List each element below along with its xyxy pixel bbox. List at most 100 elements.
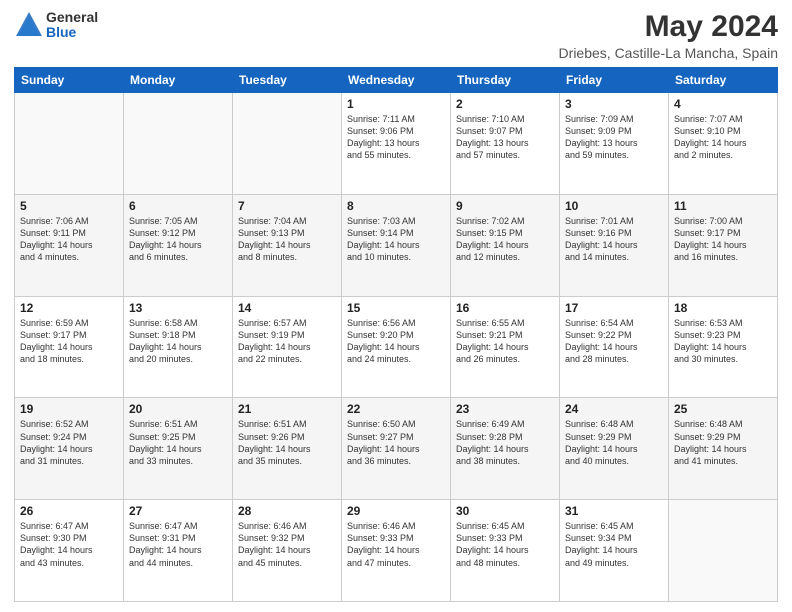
logo-text: General Blue <box>46 10 98 41</box>
logo-blue-text: Blue <box>46 25 98 40</box>
col-saturday: Saturday <box>669 68 778 93</box>
day-number: 14 <box>238 301 336 315</box>
day-info: Sunrise: 6:58 AM Sunset: 9:18 PM Dayligh… <box>129 317 227 366</box>
calendar-day: 14 Sunrise: 6:57 AM Sunset: 9:19 PM Dayli… <box>233 296 342 398</box>
col-monday: Monday <box>124 68 233 93</box>
day-info: Sunrise: 7:07 AM Sunset: 9:10 PM Dayligh… <box>674 113 772 162</box>
calendar-day: 31Sunrise: 6:45 AM Sunset: 9:34 PM Dayli… <box>560 500 669 602</box>
header: General Blue May 2024 Driebes, Castille-… <box>14 10 778 61</box>
calendar-day: 23Sunrise: 6:49 AM Sunset: 9:28 PM Dayli… <box>451 398 560 500</box>
calendar-day: 4 Sunrise: 7:07 AM Sunset: 9:10 PM Daylig… <box>669 93 778 195</box>
calendar-day: 15 Sunrise: 6:56 AM Sunset: 9:20 PM Dayli… <box>342 296 451 398</box>
col-tuesday: Tuesday <box>233 68 342 93</box>
day-number: 5 <box>20 199 118 213</box>
day-info: Sunrise: 7:00 AM Sunset: 9:17 PM Dayligh… <box>674 215 772 264</box>
day-number: 26 <box>20 504 118 518</box>
logo-general-text: General <box>46 10 98 25</box>
day-info: Sunrise: 6:47 AM Sunset: 9:31 PM Dayligh… <box>129 520 227 569</box>
calendar-day: 17Sunrise: 6:54 AM Sunset: 9:22 PM Dayli… <box>560 296 669 398</box>
location-title: Driebes, Castille-La Mancha, Spain <box>559 45 778 61</box>
calendar-day: 8Sunrise: 7:03 AM Sunset: 9:14 PM Daylig… <box>342 194 451 296</box>
calendar-table: Sunday Monday Tuesday Wednesday Thursday… <box>14 67 778 602</box>
day-info: Sunrise: 7:03 AM Sunset: 9:14 PM Dayligh… <box>347 215 445 264</box>
calendar-day: 18Sunrise: 6:53 AM Sunset: 9:23 PM Dayli… <box>669 296 778 398</box>
day-number: 16 <box>456 301 554 315</box>
day-info: Sunrise: 7:01 AM Sunset: 9:16 PM Dayligh… <box>565 215 663 264</box>
day-number: 29 <box>347 504 445 518</box>
day-number: 24 <box>565 402 663 416</box>
calendar-day: 13 Sunrise: 6:58 AM Sunset: 9:18 PM Dayli… <box>124 296 233 398</box>
day-number: 1 <box>347 97 445 111</box>
day-info: Sunrise: 6:48 AM Sunset: 9:29 PM Dayligh… <box>674 418 772 467</box>
calendar-day: 3 Sunrise: 7:09 AM Sunset: 9:09 PM Daylig… <box>560 93 669 195</box>
day-info: Sunrise: 7:02 AM Sunset: 9:15 PM Dayligh… <box>456 215 554 264</box>
calendar-day <box>124 93 233 195</box>
day-number: 27 <box>129 504 227 518</box>
logo-icon <box>14 10 44 40</box>
day-number: 9 <box>456 199 554 213</box>
calendar-day: 27 Sunrise: 6:47 AM Sunset: 9:31 PM Dayli… <box>124 500 233 602</box>
calendar-day: 28 Sunrise: 6:46 AM Sunset: 9:32 PM Dayli… <box>233 500 342 602</box>
day-number: 22 <box>347 402 445 416</box>
day-info: Sunrise: 6:51 AM Sunset: 9:26 PM Dayligh… <box>238 418 336 467</box>
calendar-day <box>669 500 778 602</box>
calendar-day: 12 Sunrise: 6:59 AM Sunset: 9:17 PM Dayli… <box>15 296 124 398</box>
calendar-day <box>233 93 342 195</box>
day-info: Sunrise: 7:10 AM Sunset: 9:07 PM Dayligh… <box>456 113 554 162</box>
day-info: Sunrise: 6:59 AM Sunset: 9:17 PM Dayligh… <box>20 317 118 366</box>
calendar-week-row: 5 Sunrise: 7:06 AM Sunset: 9:11 PM Daylig… <box>15 194 778 296</box>
day-number: 25 <box>674 402 772 416</box>
day-info: Sunrise: 6:52 AM Sunset: 9:24 PM Dayligh… <box>20 418 118 467</box>
day-number: 31 <box>565 504 663 518</box>
day-number: 3 <box>565 97 663 111</box>
calendar-day: 19Sunrise: 6:52 AM Sunset: 9:24 PM Dayli… <box>15 398 124 500</box>
day-info: Sunrise: 6:56 AM Sunset: 9:20 PM Dayligh… <box>347 317 445 366</box>
calendar-day: 16 Sunrise: 6:55 AM Sunset: 9:21 PM Dayli… <box>451 296 560 398</box>
day-number: 4 <box>674 97 772 111</box>
col-sunday: Sunday <box>15 68 124 93</box>
day-number: 28 <box>238 504 336 518</box>
calendar-day: 9 Sunrise: 7:02 AM Sunset: 9:15 PM Daylig… <box>451 194 560 296</box>
calendar-week-row: 19Sunrise: 6:52 AM Sunset: 9:24 PM Dayli… <box>15 398 778 500</box>
logo: General Blue <box>14 10 98 41</box>
day-info: Sunrise: 6:46 AM Sunset: 9:32 PM Dayligh… <box>238 520 336 569</box>
day-info: Sunrise: 6:57 AM Sunset: 9:19 PM Dayligh… <box>238 317 336 366</box>
calendar-day: 6Sunrise: 7:05 AM Sunset: 9:12 PM Daylig… <box>124 194 233 296</box>
day-info: Sunrise: 6:47 AM Sunset: 9:30 PM Dayligh… <box>20 520 118 569</box>
calendar-week-row: 26 Sunrise: 6:47 AM Sunset: 9:30 PM Dayli… <box>15 500 778 602</box>
calendar-day: 7Sunrise: 7:04 AM Sunset: 9:13 PM Daylig… <box>233 194 342 296</box>
day-number: 18 <box>674 301 772 315</box>
day-info: Sunrise: 6:49 AM Sunset: 9:28 PM Dayligh… <box>456 418 554 467</box>
calendar-day: 21 Sunrise: 6:51 AM Sunset: 9:26 PM Dayli… <box>233 398 342 500</box>
day-number: 12 <box>20 301 118 315</box>
calendar-day: 2Sunrise: 7:10 AM Sunset: 9:07 PM Daylig… <box>451 93 560 195</box>
day-info: Sunrise: 6:48 AM Sunset: 9:29 PM Dayligh… <box>565 418 663 467</box>
day-number: 11 <box>674 199 772 213</box>
month-title: May 2024 <box>559 10 778 43</box>
calendar-day: 26 Sunrise: 6:47 AM Sunset: 9:30 PM Dayli… <box>15 500 124 602</box>
day-number: 10 <box>565 199 663 213</box>
calendar-day: 25 Sunrise: 6:48 AM Sunset: 9:29 PM Dayli… <box>669 398 778 500</box>
day-number: 21 <box>238 402 336 416</box>
day-number: 15 <box>347 301 445 315</box>
col-thursday: Thursday <box>451 68 560 93</box>
calendar-week-row: 1Sunrise: 7:11 AM Sunset: 9:06 PM Daylig… <box>15 93 778 195</box>
day-info: Sunrise: 7:06 AM Sunset: 9:11 PM Dayligh… <box>20 215 118 264</box>
day-number: 7 <box>238 199 336 213</box>
day-info: Sunrise: 7:09 AM Sunset: 9:09 PM Dayligh… <box>565 113 663 162</box>
day-number: 17 <box>565 301 663 315</box>
day-number: 6 <box>129 199 227 213</box>
page: General Blue May 2024 Driebes, Castille-… <box>0 0 792 612</box>
title-block: May 2024 Driebes, Castille-La Mancha, Sp… <box>559 10 778 61</box>
day-number: 30 <box>456 504 554 518</box>
calendar-day: 22Sunrise: 6:50 AM Sunset: 9:27 PM Dayli… <box>342 398 451 500</box>
calendar-day: 24 Sunrise: 6:48 AM Sunset: 9:29 PM Dayli… <box>560 398 669 500</box>
day-info: Sunrise: 6:51 AM Sunset: 9:25 PM Dayligh… <box>129 418 227 467</box>
col-wednesday: Wednesday <box>342 68 451 93</box>
day-number: 13 <box>129 301 227 315</box>
day-info: Sunrise: 6:46 AM Sunset: 9:33 PM Dayligh… <box>347 520 445 569</box>
calendar-header-row: Sunday Monday Tuesday Wednesday Thursday… <box>15 68 778 93</box>
day-info: Sunrise: 6:55 AM Sunset: 9:21 PM Dayligh… <box>456 317 554 366</box>
col-friday: Friday <box>560 68 669 93</box>
day-info: Sunrise: 6:45 AM Sunset: 9:33 PM Dayligh… <box>456 520 554 569</box>
